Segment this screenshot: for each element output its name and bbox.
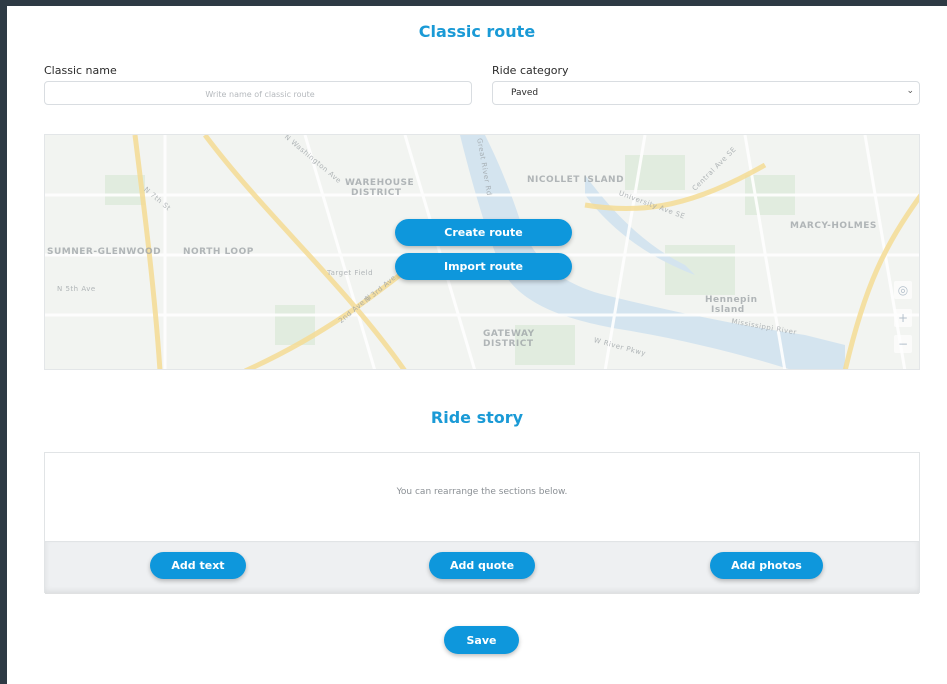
ride-story-title: Ride story xyxy=(430,408,524,427)
map-street-label: N 5th Ave xyxy=(57,285,96,293)
classic-name-field[interactable] xyxy=(44,81,475,107)
create-route-button[interactable]: Create route xyxy=(395,219,572,246)
classic-name-label: Classic name xyxy=(44,64,117,77)
classic-route-page: Classic route Classic name Ride category… xyxy=(7,6,947,684)
map-area-label: SUMNER-GLENWOOD xyxy=(47,247,162,257)
ride-story-hint: You can rearrange the sections below. xyxy=(396,487,568,497)
save-button[interactable]: Save xyxy=(444,626,519,654)
map-area-label: Hennepin xyxy=(705,295,758,305)
add-quote-button[interactable]: Add quote xyxy=(429,552,535,579)
map-area-label: Island xyxy=(711,305,745,315)
locate-icon[interactable]: ◎ xyxy=(894,281,912,299)
add-text-button[interactable]: Add text xyxy=(150,552,246,579)
classic-name-input[interactable] xyxy=(45,82,475,107)
ride-category-label: Ride category xyxy=(492,64,569,77)
ride-story-box: You can rearrange the sections below. Ad… xyxy=(44,452,920,594)
page-title: Classic route xyxy=(418,22,536,41)
chevron-down-icon: ⌄ xyxy=(906,86,914,96)
map-area-label: DISTRICT xyxy=(483,339,534,349)
map-area-label: NORTH LOOP xyxy=(183,247,254,257)
ride-category-select[interactable]: Paved ⌄ xyxy=(492,81,920,105)
ride-story-toolbar: Add text Add quote Add photos xyxy=(45,541,919,594)
zoom-in-icon[interactable]: + xyxy=(894,309,912,327)
map-area-label: DISTRICT xyxy=(351,188,402,198)
add-photos-button[interactable]: Add photos xyxy=(710,552,823,579)
route-map[interactable]: WAREHOUSE DISTRICT NICOLLET ISLAND MARCY… xyxy=(44,134,920,370)
map-poi-label: Target Field xyxy=(327,269,374,277)
map-area-label: GATEWAY xyxy=(483,329,535,339)
import-route-button[interactable]: Import route xyxy=(395,253,572,280)
zoom-out-icon[interactable]: − xyxy=(894,335,912,353)
map-area-label: NICOLLET ISLAND xyxy=(527,175,625,185)
map-area-label: MARCY-HOLMES xyxy=(790,221,877,231)
ride-category-value: Paved xyxy=(511,88,539,98)
map-area-label: WAREHOUSE xyxy=(345,178,415,188)
